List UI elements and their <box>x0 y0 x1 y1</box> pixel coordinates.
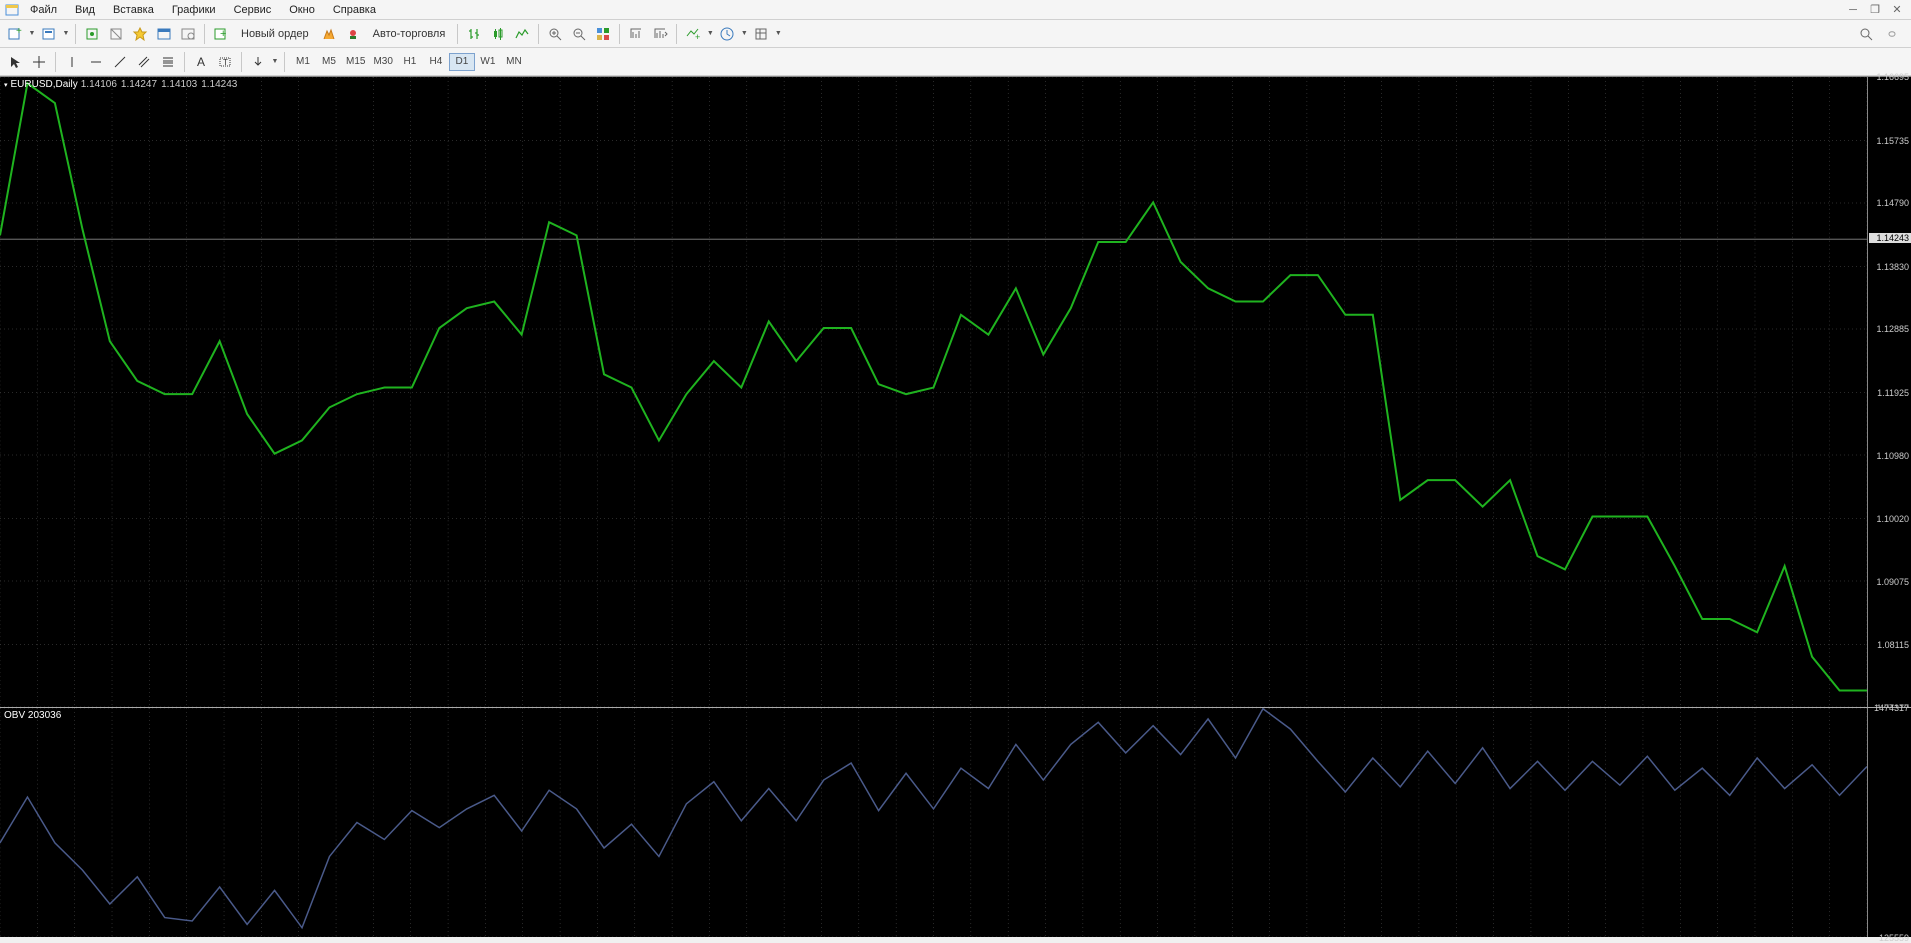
price-axis: 1.166951.157351.147901.138301.128851.119… <box>1867 77 1911 707</box>
chart-title: ▾ EURUSD,Daily 1.141061.142471.141031.14… <box>4 79 237 90</box>
vertical-line-icon[interactable] <box>61 51 83 73</box>
zoom-out-icon[interactable] <box>568 23 590 45</box>
profiles-icon[interactable] <box>38 23 60 45</box>
timeframes-group: M1M5M15M30H1H4D1W1MN <box>290 53 527 71</box>
menu-charts[interactable]: Графики <box>164 2 224 18</box>
axis-tick: 1.08115 <box>1869 640 1909 650</box>
price-line <box>0 77 1867 707</box>
app-icon <box>4 2 20 18</box>
market-watch-icon[interactable] <box>81 23 103 45</box>
window-controls: ─ ❐ ✕ <box>1843 2 1911 18</box>
price-chart[interactable]: ▾ EURUSD,Daily 1.141061.142471.141031.14… <box>0 76 1911 707</box>
search-icon[interactable] <box>1855 23 1877 45</box>
axis-tick: 1.10020 <box>1869 514 1909 524</box>
svg-text:+: + <box>16 26 22 37</box>
text-icon[interactable]: A <box>190 51 212 73</box>
dropdown-icon[interactable]: ▼ <box>271 58 279 65</box>
dropdown-icon[interactable]: ▼ <box>740 30 748 37</box>
timeframe-m1[interactable]: M1 <box>290 53 316 71</box>
indicators-icon[interactable]: + <box>682 23 704 45</box>
timeframe-d1[interactable]: D1 <box>449 53 475 71</box>
link-icon[interactable] <box>1881 23 1903 45</box>
metatrader-icon[interactable] <box>318 23 340 45</box>
horizontal-line-icon[interactable] <box>85 51 107 73</box>
axis-tick: 1.14790 <box>1869 198 1909 208</box>
menu-file[interactable]: Файл <box>22 2 65 18</box>
axis-tick: 1.11925 <box>1869 388 1909 398</box>
timeframe-m15[interactable]: M15 <box>342 53 369 71</box>
tile-windows-icon[interactable] <box>592 23 614 45</box>
timeframe-mn[interactable]: MN <box>501 53 527 71</box>
axis-tick: 1.13830 <box>1869 262 1909 272</box>
timeframe-h4[interactable]: H4 <box>423 53 449 71</box>
expert-advisors-icon[interactable] <box>342 23 364 45</box>
menubar: Файл Вид Вставка Графики Сервис Окно Спр… <box>0 0 1911 20</box>
new-order-button[interactable]: Новый ордер <box>234 23 316 45</box>
autotrade-button[interactable]: Авто-торговля <box>366 23 453 45</box>
navigator-icon[interactable] <box>105 23 127 45</box>
auto-scroll-icon[interactable] <box>649 23 671 45</box>
menu-window[interactable]: Окно <box>281 2 323 18</box>
arrows-icon[interactable] <box>247 51 269 73</box>
text-label-icon[interactable]: T <box>214 51 236 73</box>
close-icon[interactable]: ✕ <box>1887 2 1907 18</box>
timeframe-m30[interactable]: M30 <box>369 53 396 71</box>
toolbar-drawing: A T ▼ M1M5M15M30H1H4D1W1MN <box>0 48 1911 76</box>
axis-tick: 1.16695 <box>1869 72 1909 82</box>
menu-view[interactable]: Вид <box>67 2 103 18</box>
dropdown-icon[interactable]: ▼ <box>62 30 70 37</box>
fibonacci-icon[interactable] <box>157 51 179 73</box>
current-price-label: 1.14243 <box>1869 233 1911 243</box>
crosshair-icon[interactable] <box>28 51 50 73</box>
indicator-axis: 1474317125559 <box>1867 708 1911 937</box>
axis-tick: 1.12885 <box>1869 324 1909 334</box>
ohlc-values: 1.141061.142471.141031.14243 <box>81 79 238 90</box>
axis-tick: 1.10980 <box>1869 451 1909 461</box>
menu-help[interactable]: Справка <box>325 2 384 18</box>
symbol-label: EURUSD,Daily <box>11 79 78 90</box>
dropdown-icon[interactable]: ▼ <box>706 30 714 37</box>
collapse-icon[interactable]: ▾ <box>4 81 8 89</box>
timeframe-m5[interactable]: M5 <box>316 53 342 71</box>
line-chart-icon[interactable] <box>511 23 533 45</box>
timeframe-h1[interactable]: H1 <box>397 53 423 71</box>
equidistant-channel-icon[interactable] <box>133 51 155 73</box>
candle-chart-icon[interactable] <box>487 23 509 45</box>
new-order-icon[interactable]: + <box>210 23 232 45</box>
new-chart-icon[interactable]: + <box>4 23 26 45</box>
data-window-icon[interactable] <box>153 23 175 45</box>
dropdown-icon[interactable]: ▼ <box>28 30 36 37</box>
dropdown-icon[interactable]: ▼ <box>774 30 782 37</box>
menu-insert[interactable]: Вставка <box>105 2 162 18</box>
toolbar-right <box>1855 23 1907 45</box>
toolbar-main: + ▼ ▼ + Новый ордер Авто-торговля + ▼ ▼ … <box>0 20 1911 48</box>
timeframe-w1[interactable]: W1 <box>475 53 501 71</box>
axis-tick: 1474317 <box>1869 703 1909 713</box>
svg-text:T: T <box>223 58 228 67</box>
menu-service[interactable]: Сервис <box>226 2 280 18</box>
minimize-icon[interactable]: ─ <box>1843 2 1863 18</box>
indicator-title: OBV 203036 <box>4 710 61 721</box>
axis-tick: 1.15735 <box>1869 136 1909 146</box>
templates-icon[interactable] <box>750 23 772 45</box>
shift-chart-icon[interactable] <box>625 23 647 45</box>
svg-text:+: + <box>695 32 700 42</box>
indicator-chart[interactable]: OBV 203036 1474317125559 <box>0 707 1911 937</box>
chart-container: ▾ EURUSD,Daily 1.141061.142471.141031.14… <box>0 76 1911 937</box>
axis-tick: 1.09075 <box>1869 577 1909 587</box>
indicator-label: OBV 203036 <box>4 710 61 721</box>
cursor-icon[interactable] <box>4 51 26 73</box>
trendline-icon[interactable] <box>109 51 131 73</box>
indicator-line <box>0 708 1867 937</box>
svg-text:+: + <box>220 28 226 40</box>
strategy-tester-icon[interactable] <box>177 23 199 45</box>
zoom-in-icon[interactable] <box>544 23 566 45</box>
restore-icon[interactable]: ❐ <box>1865 2 1885 18</box>
bar-chart-icon[interactable] <box>463 23 485 45</box>
axis-tick: 125559 <box>1869 933 1909 943</box>
favorites-icon[interactable] <box>129 23 151 45</box>
periodicity-icon[interactable] <box>716 23 738 45</box>
